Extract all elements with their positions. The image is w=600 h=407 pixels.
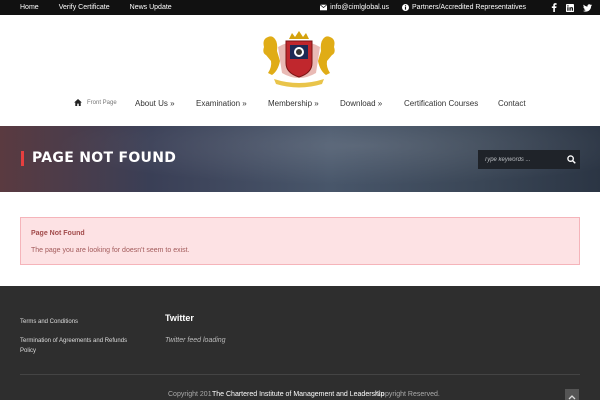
nav-certification-courses[interactable]: Certification Courses — [404, 99, 478, 108]
nav-front-page[interactable]: Front Page — [74, 99, 117, 106]
site-header: Front Page About Us » Examination » Memb… — [0, 15, 600, 126]
alert-message: The page you are looking for doesn't see… — [31, 247, 190, 254]
partners-text: Partners/Accredited Representatives — [412, 4, 526, 11]
main-nav: Front Page About Us » Examination » Memb… — [0, 99, 600, 111]
nav-membership[interactable]: Membership » — [268, 99, 319, 108]
facebook-icon[interactable] — [551, 3, 557, 12]
top-link-verify-certificate[interactable]: Verify Certificate — [59, 4, 110, 11]
email-link[interactable]: info@cimlglobal.us — [320, 4, 389, 11]
partners-link[interactable]: Partners/Accredited Representatives — [402, 4, 526, 11]
top-link-news-update[interactable]: News Update — [130, 4, 172, 11]
institute-crest-logo[interactable] — [258, 29, 340, 89]
chevron-up-icon — [568, 395, 576, 400]
twitter-icon[interactable] — [583, 3, 592, 12]
search-icon[interactable] — [567, 155, 576, 164]
back-to-top-button[interactable] — [565, 389, 579, 400]
not-found-alert: Page Not Found The page you are looking … — [20, 217, 580, 265]
site-footer: Terms and Conditions Termination of Agre… — [0, 286, 600, 400]
nav-front-page-label: Front Page — [87, 99, 117, 106]
nav-contact[interactable]: Contact — [498, 99, 526, 108]
page-title: PAGE NOT FOUND — [32, 150, 177, 166]
alert-heading: Page Not Found — [31, 230, 85, 237]
footer-divider — [20, 374, 580, 375]
copyright-right: Copyright Reserved. — [376, 391, 440, 398]
envelope-icon — [320, 4, 328, 11]
twitter-feed-status: Twitter feed loading — [165, 337, 226, 344]
page-title-banner: PAGE NOT FOUND — [0, 126, 600, 192]
top-bar: Home Verify Certificate News Update info… — [0, 0, 600, 15]
email-text: info@cimlglobal.us — [330, 4, 389, 11]
footer-link-terms[interactable]: Terms and Conditions — [20, 319, 78, 325]
twitter-widget-title: Twitter — [165, 313, 194, 323]
nav-download[interactable]: Download » — [340, 99, 382, 108]
footer-links: Terms and Conditions Termination of Agre… — [20, 317, 140, 365]
info-icon — [402, 4, 409, 11]
home-icon — [74, 99, 82, 106]
linkedin-icon[interactable] — [566, 3, 574, 12]
title-accent-bar — [21, 151, 24, 166]
search-input[interactable] — [478, 150, 562, 169]
footer-link-refunds-policy[interactable]: Termination of Agreements and Refunds Po… — [20, 338, 127, 354]
top-link-home[interactable]: Home — [20, 4, 39, 11]
search-box — [478, 150, 580, 169]
copyright-left: Copyright 201 — [168, 391, 212, 398]
copyright-org[interactable]: The Chartered Institute of Management an… — [212, 391, 384, 398]
nav-about-us[interactable]: About Us » — [135, 99, 175, 108]
nav-examination[interactable]: Examination » — [196, 99, 247, 108]
